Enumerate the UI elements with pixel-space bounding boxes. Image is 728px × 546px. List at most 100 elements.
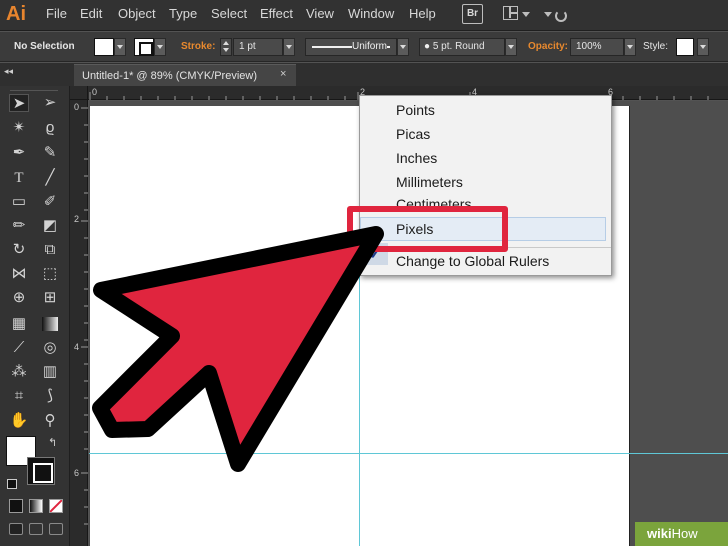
menu-bar: Ai File Edit Object Type Select Effect V… [0, 0, 728, 31]
symbol-sprayer-tool-icon[interactable]: ⁂ [9, 363, 29, 381]
free-transform-tool-icon[interactable]: ⬚ [40, 265, 60, 283]
control-bar: No Selection Stroke: 1 pt Uniform ● 5 pt… [0, 32, 728, 62]
app-logo: Ai [6, 3, 26, 25]
column-graph-tool-icon[interactable]: ▥ [40, 363, 60, 381]
wikihow-watermark: wikiHow [635, 522, 728, 546]
brush-label: 5 pt. Round [432, 41, 485, 52]
ruler-label: 0 [92, 87, 98, 97]
menu-item-millimeters[interactable]: Millimeters [396, 174, 463, 190]
stroke-color-swatch[interactable] [134, 38, 154, 56]
ruler-label: 4 [74, 342, 80, 352]
opacity-field[interactable]: 100% [570, 38, 624, 56]
menu-item-points[interactable]: Points [396, 102, 435, 118]
brush-definition[interactable]: ● 5 pt. Round [419, 38, 505, 56]
document-tab-bar: ◂◂ Untitled-1* @ 89% (CMYK/Preview) × [0, 63, 728, 86]
rectangle-tool-icon[interactable]: ▭ [9, 193, 29, 211]
draw-inside-icon[interactable] [49, 523, 63, 535]
style-label: Style: [643, 41, 669, 52]
graphic-style-dropdown[interactable] [697, 38, 709, 56]
scale-tool-icon[interactable]: ⧉ [40, 241, 60, 259]
chevron-down-icon[interactable] [522, 12, 530, 17]
zoom-tool-icon[interactable]: ⚲ [40, 412, 60, 430]
document-tab[interactable]: Untitled-1* @ 89% (CMYK/Preview) [74, 64, 296, 86]
sync-icon[interactable] [555, 10, 567, 22]
line-tool-icon[interactable]: ╱ [40, 169, 60, 187]
watermark-bold: wiki [647, 526, 672, 541]
opacity-label[interactable]: Opacity: [528, 41, 568, 52]
eyedropper-tool-icon[interactable]: ⟋ [9, 339, 29, 357]
stroke-weight-stepper[interactable] [220, 38, 232, 56]
fill-color-swatch[interactable] [94, 38, 114, 56]
color-mode-icon[interactable] [9, 499, 23, 513]
ruler-label: 2 [74, 214, 80, 224]
perspective-grid-tool-icon[interactable]: ⊞ [40, 289, 60, 307]
gradient-mode-icon[interactable] [29, 499, 43, 513]
lasso-tool-icon[interactable]: ϱ [40, 119, 60, 137]
slice-tool-icon[interactable]: ⟆ [40, 387, 60, 405]
tools-panel: ➤ ➢ ✴ ϱ ✒ ✎ T ╱ ▭ ✐ ✏ ◩ ↻ ⧉ ⋈ ⬚ ⊕ ⊞ ▦ ⟋ … [0, 86, 70, 546]
menu-item-picas[interactable]: Picas [396, 126, 430, 142]
default-colors-icon[interactable] [7, 479, 17, 489]
magic-wand-tool-icon[interactable]: ✴ [9, 119, 29, 137]
pixels-highlight-box [347, 206, 508, 252]
bridge-button[interactable]: Br [462, 4, 483, 24]
ruler-ticks [81, 107, 88, 525]
menu-edit[interactable]: Edit [80, 6, 102, 21]
opacity-dropdown[interactable] [624, 38, 636, 56]
ruler-origin[interactable] [70, 86, 88, 100]
blend-tool-icon[interactable]: ◎ [40, 339, 60, 357]
stroke-weight-field[interactable]: 1 pt [233, 38, 283, 56]
profile-label: Uniform [352, 41, 388, 52]
fill-dropdown[interactable] [114, 38, 126, 56]
curvature-tool-icon[interactable]: ✎ [40, 144, 60, 162]
gradient-tool-icon[interactable] [42, 317, 58, 331]
artboard-tool-icon[interactable]: ⌗ [9, 387, 29, 405]
menu-item-centimeters[interactable]: Centimeters [396, 196, 471, 206]
draw-normal-icon[interactable] [9, 523, 23, 535]
mesh-tool-icon[interactable]: ▦ [9, 315, 29, 333]
menu-window[interactable]: Window [348, 6, 394, 21]
none-mode-icon[interactable] [49, 499, 63, 513]
type-tool-icon[interactable]: T [9, 169, 29, 187]
menu-object[interactable]: Object [118, 6, 156, 21]
selection-status: No Selection [14, 41, 75, 52]
ruler-label: 0 [74, 102, 80, 112]
stroke-weight-dropdown[interactable] [283, 38, 295, 56]
watermark-normal: How [671, 526, 698, 541]
close-icon[interactable]: × [280, 68, 286, 80]
panel-grip[interactable] [10, 90, 58, 92]
shape-builder-tool-icon[interactable]: ⊕ [9, 289, 29, 307]
width-tool-icon[interactable]: ⋈ [9, 265, 29, 283]
graphic-style-swatch[interactable] [676, 38, 694, 56]
document-title: Untitled-1* @ 89% (CMYK/Preview) [82, 70, 257, 82]
brush-dropdown[interactable] [505, 38, 517, 56]
stroke-dropdown[interactable] [154, 38, 166, 56]
menu-help[interactable]: Help [409, 6, 436, 21]
vertical-ruler[interactable]: 0 2 4 6 [70, 100, 88, 546]
stroke-swatch-large[interactable] [27, 457, 55, 485]
collapse-panel-icon[interactable]: ◂◂ [4, 66, 13, 77]
horizontal-guide[interactable] [89, 453, 728, 454]
profile-dropdown[interactable] [397, 38, 409, 56]
illustrator-window: Ai File Edit Object Type Select Effect V… [0, 0, 728, 546]
chevron-down-icon[interactable] [544, 12, 552, 17]
direct-selection-tool-icon[interactable]: ➢ [40, 94, 60, 112]
menu-file[interactable]: File [46, 6, 67, 21]
menu-item-global-rulers[interactable]: Change to Global Rulers [396, 253, 549, 269]
hand-tool-icon[interactable]: ✋ [9, 412, 29, 430]
pen-tool-icon[interactable]: ✒ [9, 144, 29, 162]
shaper-tool-icon[interactable]: ✏ [9, 217, 29, 235]
swap-fill-stroke-icon[interactable]: ↰ [48, 436, 57, 449]
paintbrush-tool-icon[interactable]: ✐ [40, 193, 60, 211]
arrange-documents-icon[interactable] [503, 6, 518, 20]
menu-item-inches[interactable]: Inches [396, 150, 437, 166]
rotate-tool-icon[interactable]: ↻ [9, 241, 29, 259]
menu-effect[interactable]: Effect [260, 6, 293, 21]
draw-behind-icon[interactable] [29, 523, 43, 535]
menu-select[interactable]: Select [211, 6, 247, 21]
selection-tool-icon[interactable]: ➤ [9, 94, 29, 112]
menu-type[interactable]: Type [169, 6, 197, 21]
stroke-label[interactable]: Stroke: [181, 41, 215, 52]
eraser-tool-icon[interactable]: ◩ [40, 217, 60, 235]
menu-view[interactable]: View [306, 6, 334, 21]
